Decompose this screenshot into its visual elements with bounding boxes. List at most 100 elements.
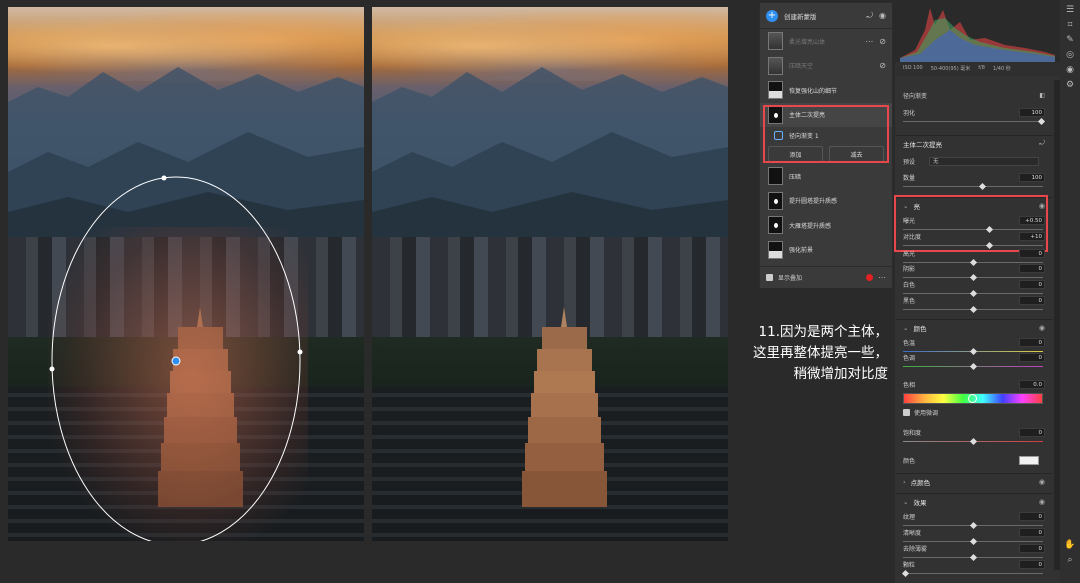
slider-thumb[interactable] <box>969 437 978 446</box>
slider-thumb[interactable] <box>978 182 987 191</box>
eye-icon[interactable]: ◉ <box>879 11 886 20</box>
hue-slider[interactable] <box>903 393 1043 404</box>
tint-slider[interactable] <box>903 362 1043 371</box>
eye-off-icon[interactable]: ⊘ <box>879 61 886 70</box>
eye-icon[interactable]: ◉ <box>1039 324 1045 332</box>
overlay-color-swatch[interactable] <box>866 274 873 281</box>
mask-thumbnail <box>768 191 783 210</box>
slider-thumb[interactable] <box>901 569 910 578</box>
edit-icon[interactable]: ☰ <box>1060 5 1080 15</box>
before-photo[interactable] <box>8 7 364 541</box>
hue-field[interactable]: 0.0 <box>1019 380 1045 389</box>
saturation-field[interactable]: 0 <box>1019 428 1045 437</box>
annotation-line: 这里再整体提亮一些， <box>753 345 888 361</box>
reset-icon[interactable]: ⤾ <box>1039 139 1045 148</box>
mask-thumbnail <box>768 240 783 259</box>
mask-icon[interactable]: ◎ <box>1060 50 1080 60</box>
mask-layer[interactable]: 提升圆塔提升质感 <box>760 189 892 214</box>
masks-panel-footer: 显示叠加 ⋯ <box>760 266 892 288</box>
mask-layer[interactable]: 大雁塔提升质感 <box>760 213 892 238</box>
feather-field[interactable]: 100 <box>1019 108 1045 117</box>
mask-layer[interactable]: 恢复强化山的细节 <box>760 78 892 103</box>
saturation-slider[interactable] <box>903 437 1043 446</box>
clarity-field[interactable]: 0 <box>1019 528 1045 537</box>
texture-row: 纹理 0 <box>895 512 1053 521</box>
mask-layer-label: 恢复强化山的细节 <box>789 87 838 95</box>
mask-thumbnail <box>768 216 783 235</box>
color-swatch[interactable] <box>1019 456 1039 465</box>
show-overlay-checkbox[interactable] <box>766 274 773 281</box>
fine-adjust-checkbox[interactable] <box>903 409 910 416</box>
shadows-label: 阴影 <box>903 266 916 273</box>
dehaze-field[interactable]: 0 <box>1019 544 1045 553</box>
clarity-label: 清晰度 <box>903 530 922 537</box>
temp-field[interactable]: 0 <box>1019 338 1045 347</box>
hand-icon[interactable]: ✋ <box>1060 540 1080 550</box>
slider-thumb[interactable] <box>969 362 978 371</box>
effects-section[interactable]: ⌄ 效果 ◉ <box>895 493 1053 509</box>
amount-slider[interactable] <box>903 182 1043 191</box>
feather-label: 羽化 <box>903 110 916 117</box>
blacks-slider[interactable] <box>903 305 1043 314</box>
crop-icon[interactable]: ⌗ <box>1060 20 1080 30</box>
masks-panel-header: + 创建新蒙版 ⤾ ◉ <box>760 3 892 29</box>
amount-field[interactable]: 100 <box>1019 173 1045 182</box>
photo-info: ISO 100 50-400(95) 毫米 f/8 1/40 秒 <box>895 62 1060 76</box>
zoom-icon[interactable]: ⌕ <box>1060 555 1080 565</box>
brush-icon[interactable]: ✎ <box>1060 35 1080 45</box>
more-icon[interactable]: ⋯ <box>878 273 886 282</box>
color-section[interactable]: ⌄ 颜色 ◉ <box>895 319 1053 335</box>
tint-label: 色调 <box>903 355 916 362</box>
radial-gradient-outline[interactable] <box>8 7 364 541</box>
mask-layer-label: 柔光增亮山体 <box>789 38 826 46</box>
more-icon[interactable]: ⋯ <box>865 37 873 46</box>
eye-icon[interactable]: ◉ <box>1039 478 1045 486</box>
eye-icon[interactable]: ◉ <box>1060 65 1080 75</box>
mask-thumbnail <box>768 81 783 100</box>
whites-slider[interactable] <box>903 289 1043 298</box>
eye-off-icon[interactable]: ⊘ <box>879 37 886 46</box>
hue-row: 色相 0.0 <box>895 380 1053 389</box>
clarity-row: 清晰度 0 <box>895 528 1053 537</box>
settings-icon[interactable]: ⚙ <box>1060 80 1080 90</box>
shadows-field[interactable]: 0 <box>1019 264 1045 273</box>
highlight-box <box>763 105 889 163</box>
mask-layer[interactable]: 压暗天空 ⊘ <box>760 54 892 79</box>
point-color-section[interactable]: › 点颜色 ◉ <box>895 473 1053 489</box>
slider-thumb[interactable] <box>969 305 978 314</box>
grain-slider[interactable] <box>901 569 1043 578</box>
feather-slider[interactable] <box>903 117 1046 126</box>
chevron-down-icon: ⌄ <box>903 497 909 506</box>
hue-picker[interactable] <box>968 394 977 403</box>
mask-layer[interactable]: 柔光增亮山体 ⋯ ⊘ <box>760 29 892 54</box>
highlights-label: 高光 <box>903 251 916 258</box>
create-mask-label[interactable]: 创建新蒙版 <box>784 11 860 21</box>
fine-adjust-label: 使用微调 <box>914 410 939 417</box>
preset-dropdown[interactable]: 无 <box>929 157 1040 166</box>
histogram <box>895 0 1060 62</box>
slider-thumb[interactable] <box>1037 117 1046 126</box>
highlights-slider[interactable] <box>903 258 1043 267</box>
whites-label: 白色 <box>903 282 916 289</box>
mask-layer[interactable]: 强化前景 <box>760 238 892 263</box>
invert-icon[interactable]: ◧ <box>1039 92 1045 99</box>
texture-field[interactable]: 0 <box>1019 512 1045 521</box>
clarity-slider[interactable] <box>903 537 1043 546</box>
preset-row: 预设 无 <box>895 157 1053 166</box>
highlights-field[interactable]: 0 <box>1019 249 1045 258</box>
shadows-slider[interactable] <box>903 273 1043 282</box>
plus-icon[interactable]: + <box>766 9 778 22</box>
blacks-field[interactable]: 0 <box>1019 296 1045 305</box>
whites-field[interactable]: 0 <box>1019 280 1045 289</box>
eye-icon[interactable]: ◉ <box>1039 498 1045 506</box>
hue-label: 色相 <box>903 382 916 389</box>
mask-layer[interactable]: 压暗 <box>760 164 892 189</box>
texture-slider[interactable] <box>903 521 1043 530</box>
dehaze-slider[interactable] <box>903 553 1043 562</box>
grain-field[interactable]: 0 <box>1019 560 1045 569</box>
temp-slider[interactable] <box>903 347 1043 356</box>
tint-field[interactable]: 0 <box>1019 353 1045 362</box>
grain-label: 颗粒 <box>903 562 916 569</box>
pagoda <box>522 307 607 507</box>
undo-icon[interactable]: ⤾ <box>866 11 873 21</box>
